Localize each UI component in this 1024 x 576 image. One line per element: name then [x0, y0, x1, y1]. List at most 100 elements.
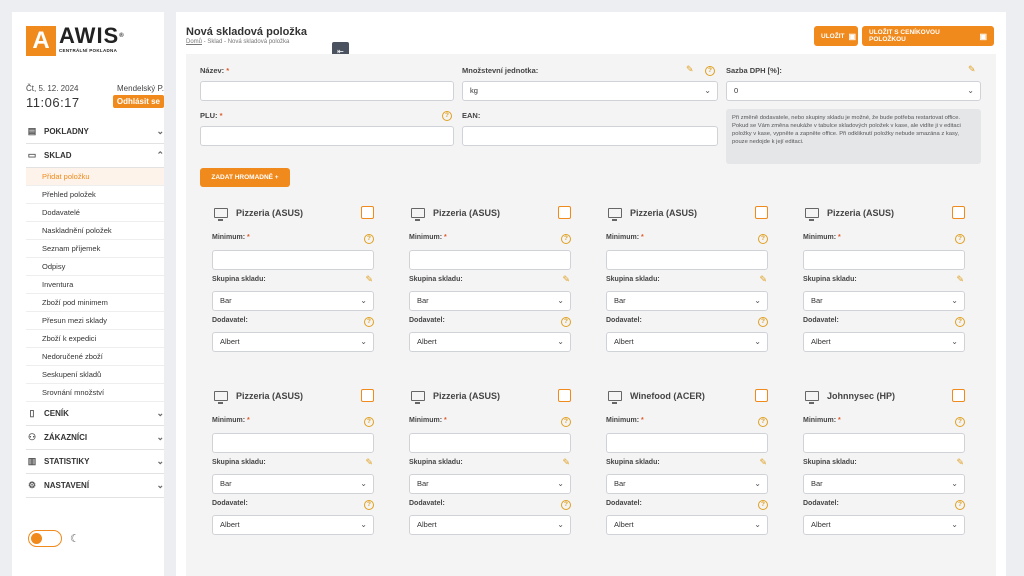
save-with-price-button[interactable]: ULOŽIT S CENÍKOVOU POLOŽKOU ▣	[862, 26, 994, 46]
help-icon[interactable]: ?	[364, 317, 374, 327]
card-checkbox[interactable]	[755, 206, 768, 219]
help-icon[interactable]: ?	[758, 500, 768, 510]
nav-cenik[interactable]: ▯ CENÍK ⌄	[26, 402, 164, 426]
save-button[interactable]: ULOŽIT ▣	[814, 26, 858, 46]
card-checkbox[interactable]	[952, 206, 965, 219]
card-checkbox[interactable]	[952, 389, 965, 402]
minimum-input[interactable]	[212, 250, 374, 270]
help-icon[interactable]: ?	[561, 234, 571, 244]
help-icon[interactable]: ?	[758, 234, 768, 244]
supplier-select[interactable]: Albert ⌄	[606, 332, 768, 352]
supplier-select[interactable]: Albert ⌄	[803, 332, 965, 352]
minimum-input[interactable]	[606, 433, 768, 453]
submenu-pridat-polozku[interactable]: Přidat položku	[26, 168, 164, 186]
submenu-seskupeni[interactable]: Seskupení skladů	[26, 366, 164, 384]
submenu-nedorucene[interactable]: Nedoručené zboží	[26, 348, 164, 366]
minimum-input[interactable]	[212, 433, 374, 453]
theme-toggle[interactable]	[28, 530, 62, 547]
minimum-input[interactable]	[606, 250, 768, 270]
help-icon[interactable]: ?	[561, 317, 571, 327]
help-icon[interactable]: ?	[758, 417, 768, 427]
minimum-input[interactable]	[409, 433, 571, 453]
nav-pokladny[interactable]: ▤ POKLADNY ⌄	[26, 120, 164, 144]
ean-input[interactable]	[462, 126, 718, 146]
supplier-select[interactable]: Albert ⌄	[212, 515, 374, 535]
edit-pencil-icon[interactable]: ✎	[968, 64, 976, 75]
group-select[interactable]: Bar ⌄	[803, 474, 965, 494]
card-checkbox[interactable]	[558, 206, 571, 219]
minimum-input[interactable]	[803, 433, 965, 453]
nav-nastaveni[interactable]: ⚙ NASTAVENÍ ⌄	[26, 474, 164, 498]
help-icon[interactable]: ?	[364, 500, 374, 510]
supplier-select[interactable]: Albert ⌄	[409, 332, 571, 352]
help-icon[interactable]: ?	[364, 417, 374, 427]
help-icon[interactable]: ?	[758, 317, 768, 327]
group-select[interactable]: Bar ⌄	[606, 474, 768, 494]
minimum-label: Minimum: *	[803, 234, 841, 241]
name-input[interactable]	[200, 81, 454, 101]
group-select[interactable]: Bar ⌄	[212, 474, 374, 494]
supplier-select[interactable]: Albert ⌄	[409, 515, 571, 535]
help-icon[interactable]: ?	[955, 417, 965, 427]
chevron-down-icon: ⌄	[754, 296, 761, 305]
submenu-prijemky[interactable]: Seznam příjemek	[26, 240, 164, 258]
submenu-pod-minimem[interactable]: Zboží pod minimem	[26, 294, 164, 312]
nav-statistiky[interactable]: ▥ STATISTIKY ⌄	[26, 450, 164, 474]
minimum-input[interactable]	[409, 250, 571, 270]
help-icon[interactable]: ?	[364, 234, 374, 244]
help-icon[interactable]: ?	[955, 500, 965, 510]
help-icon[interactable]: ?	[442, 111, 452, 121]
edit-pencil-icon[interactable]: ✎	[956, 457, 964, 468]
submenu-presun[interactable]: Přesun mezi sklady	[26, 312, 164, 330]
card-checkbox[interactable]	[558, 389, 571, 402]
user-name: Mendelský P.	[117, 84, 164, 93]
help-icon[interactable]: ?	[955, 234, 965, 244]
logout-button[interactable]: Odhlásit se	[112, 95, 164, 108]
submenu-odpisy[interactable]: Odpisy	[26, 258, 164, 276]
card-checkbox[interactable]	[361, 389, 374, 402]
edit-pencil-icon[interactable]: ✎	[686, 64, 694, 75]
edit-pencil-icon[interactable]: ✎	[365, 274, 373, 285]
submenu-dodavatele[interactable]: Dodavatelé	[26, 204, 164, 222]
bulk-entry-button[interactable]: ZADAT HROMADNĚ +	[200, 168, 290, 187]
help-icon[interactable]: ?	[561, 417, 571, 427]
monitor-icon	[608, 391, 622, 404]
group-select[interactable]: Bar ⌄	[803, 291, 965, 311]
group-select[interactable]: Bar ⌄	[212, 291, 374, 311]
vat-select[interactable]: 0 ⌄	[726, 81, 981, 101]
card-checkbox[interactable]	[361, 206, 374, 219]
group-select[interactable]: Bar ⌄	[409, 291, 571, 311]
edit-pencil-icon[interactable]: ✎	[956, 274, 964, 285]
supplier-select[interactable]: Albert ⌄	[606, 515, 768, 535]
edit-pencil-icon[interactable]: ✎	[759, 457, 767, 468]
help-icon[interactable]: ?	[705, 66, 715, 76]
logo[interactable]: A AWIS® CENTRÁLNÍ POKLADNA	[26, 25, 125, 56]
floppy-icon: ▣	[979, 31, 987, 41]
edit-pencil-icon[interactable]: ✎	[759, 274, 767, 285]
group-select[interactable]: Bar ⌄	[606, 291, 768, 311]
supplier-select[interactable]: Albert ⌄	[212, 332, 374, 352]
page-title: Nová skladová položka	[186, 26, 308, 38]
submenu-srovnani[interactable]: Srovnání množství	[26, 384, 164, 402]
edit-pencil-icon[interactable]: ✎	[365, 457, 373, 468]
breadcrumb-home[interactable]: Domů	[186, 39, 202, 45]
unit-select[interactable]: kg ⌄	[462, 81, 718, 101]
info-note: Při změně dodavatele, nebo skupiny sklad…	[726, 109, 981, 164]
warehouse-card: Winefood (ACER) Minimum: * ? Skupina skl…	[606, 389, 768, 549]
minimum-input[interactable]	[803, 250, 965, 270]
submenu-naskladneni[interactable]: Naskladnění položek	[26, 222, 164, 240]
edit-pencil-icon[interactable]: ✎	[562, 457, 570, 468]
submenu-expedice[interactable]: Zboží k expedici	[26, 330, 164, 348]
card-checkbox[interactable]	[755, 389, 768, 402]
nav-sklad[interactable]: ▭ SKLAD ⌃	[26, 144, 164, 168]
edit-pencil-icon[interactable]: ✎	[562, 274, 570, 285]
help-icon[interactable]: ?	[955, 317, 965, 327]
group-select[interactable]: Bar ⌄	[409, 474, 571, 494]
submenu-inventura[interactable]: Inventura	[26, 276, 164, 294]
submenu-prehled-polozek[interactable]: Přehled položek	[26, 186, 164, 204]
supplier-select[interactable]: Albert ⌄	[803, 515, 965, 535]
help-icon[interactable]: ?	[561, 500, 571, 510]
plu-input[interactable]	[200, 126, 454, 146]
nav-zakaznici[interactable]: ⚇ ZÁKAZNÍCI ⌄	[26, 426, 164, 450]
monitor-icon	[214, 391, 228, 404]
